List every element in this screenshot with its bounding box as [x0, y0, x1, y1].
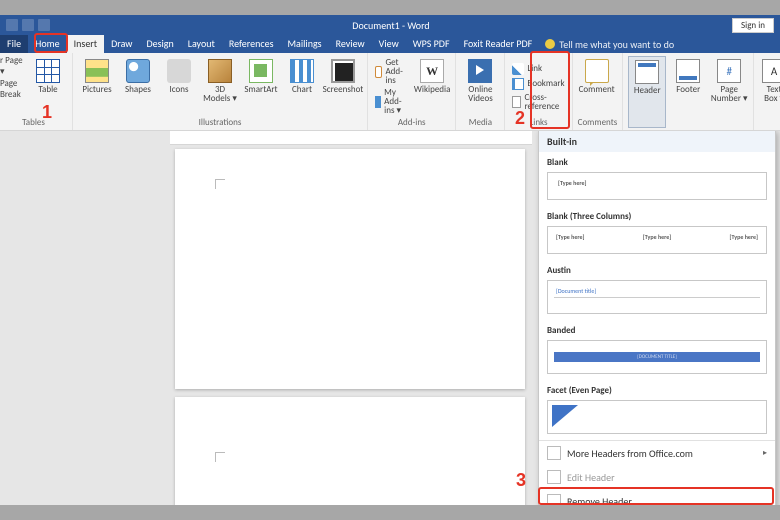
group-illustrations: Illustrations [78, 117, 362, 130]
tab-foxit[interactable]: Foxit Reader PDF [457, 35, 540, 53]
video-icon [468, 59, 492, 83]
shapes-button[interactable]: Shapes [119, 56, 157, 117]
dd-item-blank-label: Blank [539, 152, 775, 170]
edit-header-button[interactable]: Edit Header [539, 465, 775, 489]
pagenumber-button[interactable]: Page Number ▾ [710, 56, 748, 128]
more-headers-button[interactable]: More Headers from Office.com▸ [539, 441, 775, 465]
annot-num-1: 1 [42, 103, 52, 121]
edit-header-icon [547, 470, 561, 484]
undo-icon[interactable] [22, 19, 34, 31]
pagenumber-icon [717, 59, 741, 83]
tab-mailings[interactable]: Mailings [280, 35, 328, 53]
redo-icon[interactable] [38, 19, 50, 31]
tab-review[interactable]: Review [329, 35, 372, 53]
bookmark-button[interactable]: Bookmark [510, 77, 566, 91]
store-icon [375, 66, 382, 78]
tellme-search[interactable]: Tell me what you want to do [539, 38, 780, 51]
remove-header-button[interactable]: Remove Header [539, 489, 775, 505]
header-icon [635, 60, 659, 84]
comment-button[interactable]: Comment [578, 56, 616, 117]
tab-design[interactable]: Design [139, 35, 180, 53]
wikipedia-icon: W [420, 59, 444, 83]
pictures-button[interactable]: Pictures [78, 56, 116, 117]
dd-section-builtin: Built-in [539, 131, 775, 152]
group-text: Text [759, 118, 780, 131]
get-addins-button[interactable]: Get Add-ins [373, 57, 411, 86]
document-area[interactable]: Built-in Blank [Type here] Blank (Three … [0, 131, 780, 505]
tab-draw[interactable]: Draw [104, 35, 139, 53]
save-icon[interactable] [6, 19, 18, 31]
comment-icon [585, 59, 609, 83]
dd-item-3col[interactable]: [Type here] [Type here] [Type here] [547, 226, 767, 254]
annot-num-3: 3 [516, 471, 526, 489]
dd-item-facet-label: Facet (Even Page) [539, 380, 775, 398]
link-button[interactable]: Link [510, 62, 566, 76]
smartart-button[interactable]: SmartArt [242, 56, 280, 117]
tab-layout[interactable]: Layout [181, 35, 222, 53]
tab-references[interactable]: References [222, 35, 281, 53]
office-icon [547, 446, 561, 460]
annot-num-2: 2 [515, 109, 525, 127]
dd-item-banded[interactable]: [DOCUMENT TITLE] [547, 340, 767, 374]
screenshot-button[interactable]: Screenshot [324, 56, 362, 117]
remove-header-icon [547, 494, 561, 505]
screenshot-icon [331, 59, 355, 83]
textbox-button[interactable]: Text Box ▾ [759, 56, 780, 118]
chart-icon [290, 59, 314, 83]
ruler[interactable] [170, 131, 532, 145]
group-addins: Add-ins [373, 117, 450, 130]
bulb-icon [545, 39, 555, 49]
group-headerfooter [628, 128, 748, 130]
smartart-icon [249, 59, 273, 83]
blank-page-cut[interactable]: Page [0, 79, 26, 90]
dd-item-austin[interactable]: [Document title] [547, 280, 767, 314]
page-1[interactable] [175, 149, 525, 389]
pictures-icon [85, 59, 109, 83]
group-comments: Comments [578, 117, 618, 130]
facet-triangle-icon [552, 405, 578, 427]
online-videos-button[interactable]: Online Videos [461, 56, 499, 117]
footer-icon [676, 59, 700, 83]
3dmodels-button[interactable]: 3D Models ▾ [201, 56, 239, 117]
signin-button[interactable]: Sign in [732, 18, 774, 33]
ribbon: r Page ▾ Page Break Table Tables Picture… [0, 53, 780, 131]
icons-button[interactable]: Icons [160, 56, 198, 117]
wikipedia-button[interactable]: WWikipedia [414, 56, 451, 117]
page-2[interactable] [175, 397, 525, 505]
header-dropdown: Built-in Blank [Type here] Blank (Three … [538, 131, 776, 505]
bookmark-icon [512, 78, 524, 90]
dd-item-banded-label: Banded [539, 320, 775, 338]
textbox-icon [762, 59, 780, 83]
my-addins-button[interactable]: My Add-ins ▾ [373, 87, 411, 116]
shapes-icon [126, 59, 150, 83]
group-tables: Tables [0, 117, 67, 130]
crossref-icon [512, 96, 521, 108]
cover-page-cut[interactable]: r Page ▾ [0, 56, 26, 78]
tab-insert[interactable]: Insert [67, 35, 105, 53]
addins-icon [375, 96, 381, 108]
link-icon [512, 63, 524, 75]
page-break-cut[interactable]: Break [0, 90, 26, 101]
dd-item-blank[interactable]: [Type here] [547, 172, 767, 200]
window-title: Document1 - Word [50, 19, 732, 32]
dd-item-austin-label: Austin [539, 260, 775, 278]
header-button[interactable]: Header [628, 56, 666, 128]
tab-view[interactable]: View [372, 35, 406, 53]
chart-button[interactable]: Chart [283, 56, 321, 117]
tab-home[interactable]: Home [28, 35, 66, 53]
dd-item-3col-label: Blank (Three Columns) [539, 206, 775, 224]
dd-item-facet[interactable] [547, 400, 767, 434]
group-media: Media [461, 117, 499, 130]
3d-icon [208, 59, 232, 83]
ribbon-tabs: File Home Insert Draw Design Layout Refe… [0, 35, 780, 53]
tab-file[interactable]: File [0, 35, 28, 53]
tab-wpspdf[interactable]: WPS PDF [406, 35, 457, 53]
icons-icon [167, 59, 191, 83]
footer-button[interactable]: Footer [669, 56, 707, 128]
